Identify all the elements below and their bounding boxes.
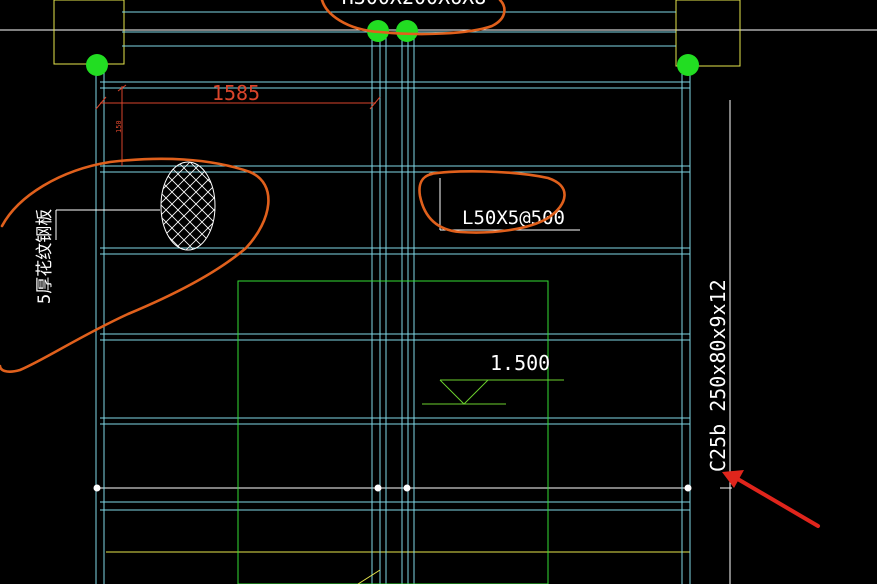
opening-outline (237, 280, 549, 584)
channel-label: C25b 250x80x9x12 (706, 279, 730, 472)
dimension-text: 1585 (212, 81, 260, 105)
small-dimension-text: 150 (115, 120, 123, 133)
angle-steel-callout: L50X5@500 (439, 178, 580, 231)
grid-node-circle (396, 20, 418, 42)
orange-markups (0, 0, 566, 373)
grid-node-circle (86, 54, 108, 76)
top-beam-label: H300X200X6X8 (342, 0, 487, 9)
horizontal-beams (100, 11, 690, 511)
frame-lines (0, 29, 877, 584)
elevation-marker: 1.500 (422, 351, 564, 405)
column-outlines (53, 0, 741, 553)
red-arrow (722, 470, 820, 528)
cad-drawing: 1585 150 5厚花纹钢板 L50X5@500 1.500 C25b 250… (0, 0, 877, 584)
grid-nodes (86, 20, 699, 492)
checkered-plate-symbol (55, 161, 216, 251)
cad-drawing-canvas[interactable]: 1585 150 5厚花纹钢板 L50X5@500 1.500 C25b 250… (0, 0, 877, 584)
elevation-label: 1.500 (490, 351, 550, 375)
grid-node-circle (677, 54, 699, 76)
plate-note-text: 5厚花纹钢板 (35, 209, 55, 304)
dimension-1585: 1585 150 (95, 81, 381, 166)
